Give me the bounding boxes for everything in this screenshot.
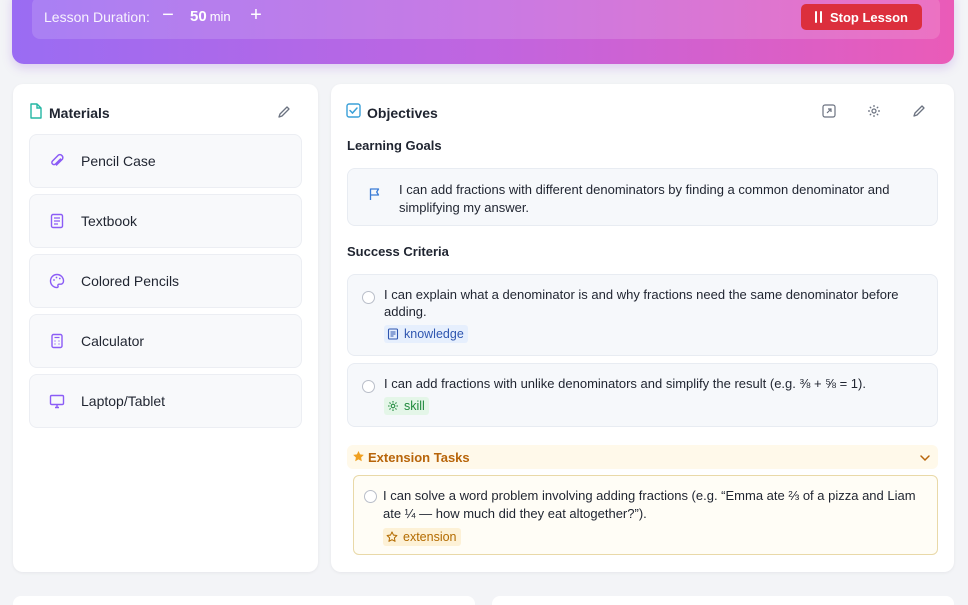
material-label: Pencil Case bbox=[81, 153, 156, 169]
duration-label: Lesson Duration: bbox=[44, 9, 150, 25]
learning-goal-text: I can add fractions with different denom… bbox=[399, 182, 890, 215]
duration-unit: min bbox=[209, 9, 231, 24]
expand-icon bbox=[822, 104, 836, 118]
skill-tag: skill bbox=[384, 397, 429, 415]
pencil-icon bbox=[278, 106, 290, 118]
material-item-textbook[interactable]: Textbook bbox=[29, 194, 302, 248]
star-icon bbox=[352, 450, 365, 463]
edit-objectives-button[interactable] bbox=[909, 101, 929, 121]
stop-lesson-button[interactable]: Stop Lesson bbox=[801, 4, 922, 30]
objectives-settings-button[interactable] bbox=[864, 101, 884, 121]
objectives-title: Objectives bbox=[367, 105, 438, 121]
material-item-colored-pencils[interactable]: Colored Pencils bbox=[29, 254, 302, 308]
book-icon bbox=[48, 212, 66, 230]
tag-label: skill bbox=[404, 399, 425, 413]
gear-icon bbox=[388, 401, 398, 411]
stop-lesson-label: Stop Lesson bbox=[829, 9, 908, 25]
learning-goals-heading: Learning Goals bbox=[347, 138, 442, 153]
success-criterion-item: I can explain what a denominator is and … bbox=[347, 274, 938, 356]
extension-task-checkbox[interactable] bbox=[364, 490, 377, 503]
gear-icon bbox=[868, 105, 880, 117]
lesson-header-banner: Lesson Duration: − 50 min + Stop Lesson bbox=[12, 0, 954, 64]
material-item-laptop-tablet[interactable]: Laptop/Tablet bbox=[29, 374, 302, 428]
extension-tasks-title: Extension Tasks bbox=[368, 450, 470, 465]
material-label: Textbook bbox=[81, 213, 138, 229]
chevron-down-icon bbox=[919, 451, 931, 463]
success-criteria-heading: Success Criteria bbox=[347, 244, 449, 259]
knowledge-tag: knowledge bbox=[384, 325, 468, 343]
material-label: Colored Pencils bbox=[81, 273, 180, 289]
lower-card-right bbox=[492, 596, 954, 605]
extension-task-text: I can solve a word problem involving add… bbox=[383, 488, 916, 521]
lower-card-left bbox=[13, 596, 475, 605]
decrease-duration-button[interactable]: − bbox=[156, 3, 180, 27]
file-icon bbox=[29, 103, 43, 119]
increase-duration-button[interactable]: + bbox=[244, 3, 268, 27]
criterion-text: I can explain what a denominator is and … bbox=[384, 287, 899, 319]
tag-label: knowledge bbox=[404, 327, 464, 341]
success-criterion-item: I can add fractions with unlike denomina… bbox=[347, 363, 938, 427]
palette-icon bbox=[48, 272, 66, 290]
objectives-card: Objectives Learning Goals I can add frac… bbox=[331, 84, 954, 572]
materials-title: Materials bbox=[49, 105, 110, 121]
expand-objectives-button[interactable] bbox=[819, 101, 839, 121]
materials-card: Materials Pencil Case Textbook Colored P… bbox=[13, 84, 318, 572]
edit-materials-button[interactable] bbox=[274, 102, 294, 122]
extension-tasks-toggle[interactable]: Extension Tasks bbox=[347, 445, 938, 469]
monitor-icon bbox=[48, 392, 66, 410]
lesson-duration-bar: Lesson Duration: − 50 min + Stop Lesson bbox=[32, 0, 940, 39]
book-icon bbox=[387, 328, 399, 340]
extension-task-item: I can solve a word problem involving add… bbox=[353, 475, 938, 555]
duration-number: 50 bbox=[190, 8, 207, 25]
criterion-checkbox[interactable] bbox=[362, 380, 375, 393]
learning-goal-item: I can add fractions with different denom… bbox=[347, 168, 938, 226]
material-item-pencil-case[interactable]: Pencil Case bbox=[29, 134, 302, 188]
flag-icon bbox=[368, 187, 382, 201]
material-item-calculator[interactable]: Calculator bbox=[29, 314, 302, 368]
checkbox-icon bbox=[346, 103, 361, 118]
criterion-checkbox[interactable] bbox=[362, 291, 375, 304]
pencil-icon bbox=[913, 105, 925, 117]
tag-label: extension bbox=[403, 530, 457, 544]
duration-value: 50 min bbox=[190, 8, 231, 25]
criterion-text: I can add fractions with unlike denomina… bbox=[384, 376, 866, 391]
star-outline-icon bbox=[386, 531, 398, 542]
extension-tag: extension bbox=[383, 528, 461, 546]
material-label: Calculator bbox=[81, 333, 145, 349]
pause-icon bbox=[814, 11, 822, 23]
paperclip-icon bbox=[48, 152, 66, 170]
calculator-icon bbox=[48, 332, 66, 350]
material-label: Laptop/Tablet bbox=[81, 393, 166, 409]
